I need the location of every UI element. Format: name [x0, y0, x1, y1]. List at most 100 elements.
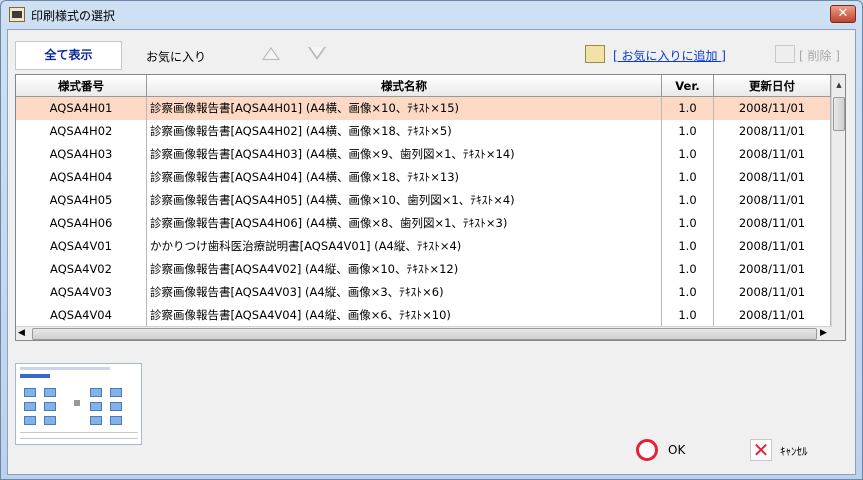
- table-row[interactable]: AQSA4V01 かかりつけ歯科医治療説明書[AQSA4V01] (A4縦、ﾃｷ…: [16, 235, 831, 258]
- cell-form-name: 診察画像報告書[AQSA4H05] (A4横、画像×10、歯列図×1、ﾃｷｽﾄ×…: [147, 189, 662, 212]
- form-list-grid[interactable]: 様式番号 様式名称 Ver. 更新日付 AQSA4H01 診察画像報告書[AQS…: [15, 74, 846, 341]
- move-down-icon[interactable]: [308, 47, 326, 60]
- app-icon: [9, 7, 25, 22]
- cell-form-name: かかりつけ歯科医治療説明書[AQSA4V01] (A4縦、ﾃｷｽﾄ×4): [147, 235, 662, 258]
- cell-form-number: AQSA4H03: [16, 143, 147, 166]
- add-favorite-icon[interactable]: [585, 45, 605, 63]
- move-up-icon[interactable]: [262, 47, 280, 60]
- column-header-version[interactable]: Ver.: [662, 75, 714, 97]
- cell-version: 1.0: [662, 235, 714, 258]
- cell-version: 1.0: [662, 258, 714, 281]
- preview-image-box: [90, 402, 102, 411]
- cell-updated-date: 2008/11/01: [714, 281, 831, 304]
- form-preview-thumbnail: [15, 363, 142, 445]
- ok-button[interactable]: OK: [636, 439, 716, 465]
- preview-heading: [20, 374, 50, 378]
- preview-image-box: [110, 416, 122, 425]
- cell-updated-date: 2008/11/01: [714, 166, 831, 189]
- cell-form-name: 診察画像報告書[AQSA4V03] (A4縦、画像×3、ﾃｷｽﾄ×6): [147, 281, 662, 304]
- add-favorite-link[interactable]: [ お気に入りに追加 ]: [613, 47, 726, 64]
- scroll-left-icon[interactable]: ◀: [18, 328, 25, 338]
- close-button[interactable]: ✕: [830, 5, 856, 23]
- preview-image-box: [110, 388, 122, 397]
- preview-text-line: [20, 438, 138, 439]
- table-row[interactable]: AQSA4H06 診察画像報告書[AQSA4H06] (A4横、画像×8、歯列図…: [16, 212, 831, 235]
- cell-version: 1.0: [662, 97, 714, 120]
- cell-version: 1.0: [662, 143, 714, 166]
- table-row[interactable]: AQSA4H04 診察画像報告書[AQSA4H04] (A4横、画像×18、ﾃｷ…: [16, 166, 831, 189]
- horizontal-scrollbar[interactable]: ◀ ▶: [16, 326, 831, 340]
- title-bar: 印刷様式の選択 ✕: [1, 1, 862, 29]
- preview-image-box: [44, 402, 56, 411]
- preview-image-box: [90, 388, 102, 397]
- dialog-client-area: 全て表示 お気に入り [ お気に入りに追加 ] [ 削除 ] 様式番号 様式名称…: [7, 29, 856, 475]
- cancel-label: ｷｬﾝｾﾙ: [780, 445, 808, 458]
- table-row[interactable]: AQSA4H02 診察画像報告書[AQSA4H02] (A4横、画像×18、ﾃｷ…: [16, 120, 831, 143]
- preview-image-box: [110, 402, 122, 411]
- grid-header: 様式番号 様式名称 Ver. 更新日付: [16, 75, 831, 97]
- column-header-updated-date[interactable]: 更新日付: [714, 75, 831, 97]
- preview-arrow: [74, 400, 80, 406]
- table-row[interactable]: AQSA4V04 診察画像報告書[AQSA4V04] (A4縦、画像×6、ﾃｷｽ…: [16, 304, 831, 327]
- cell-form-number: AQSA4V01: [16, 235, 147, 258]
- table-row[interactable]: AQSA4V02 診察画像報告書[AQSA4V02] (A4縦、画像×10、ﾃｷ…: [16, 258, 831, 281]
- cell-updated-date: 2008/11/01: [714, 235, 831, 258]
- cell-form-number: AQSA4H04: [16, 166, 147, 189]
- cell-updated-date: 2008/11/01: [714, 212, 831, 235]
- cell-form-name: 診察画像報告書[AQSA4V02] (A4縦、画像×10、ﾃｷｽﾄ×12): [147, 258, 662, 281]
- cell-form-number: AQSA4H02: [16, 120, 147, 143]
- column-header-form-number[interactable]: 様式番号: [16, 75, 147, 97]
- cell-version: 1.0: [662, 166, 714, 189]
- cell-updated-date: 2008/11/01: [714, 258, 831, 281]
- preview-image-box: [44, 388, 56, 397]
- cell-updated-date: 2008/11/01: [714, 189, 831, 212]
- cell-updated-date: 2008/11/01: [714, 304, 831, 327]
- cell-version: 1.0: [662, 281, 714, 304]
- table-row[interactable]: AQSA4H05 診察画像報告書[AQSA4H05] (A4横、画像×10、歯列…: [16, 189, 831, 212]
- cell-form-name: 診察画像報告書[AQSA4H06] (A4横、画像×8、歯列図×1、ﾃｷｽﾄ×3…: [147, 212, 662, 235]
- cell-form-number: AQSA4H01: [16, 97, 147, 120]
- circle-icon: [636, 439, 658, 461]
- column-header-form-name[interactable]: 様式名称: [147, 75, 662, 97]
- tab-favorites[interactable]: お気に入り: [146, 48, 206, 65]
- cell-form-name: 診察画像報告書[AQSA4H04] (A4横、画像×18、ﾃｷｽﾄ×13): [147, 166, 662, 189]
- preview-image-box: [24, 388, 36, 397]
- scroll-up-icon[interactable]: ▲: [833, 77, 845, 93]
- ok-label: OK: [668, 443, 686, 457]
- table-row[interactable]: AQSA4H03 診察画像報告書[AQSA4H03] (A4横、画像×9、歯列図…: [16, 143, 831, 166]
- cell-form-name: 診察画像報告書[AQSA4H03] (A4横、画像×9、歯列図×1、ﾃｷｽﾄ×1…: [147, 143, 662, 166]
- preview-text-line: [20, 432, 138, 433]
- preview-title-line: [20, 367, 110, 370]
- table-row[interactable]: AQSA4V03 診察画像報告書[AQSA4V03] (A4縦、画像×3、ﾃｷｽ…: [16, 281, 831, 304]
- cell-version: 1.0: [662, 189, 714, 212]
- preview-image-box: [90, 416, 102, 425]
- cell-version: 1.0: [662, 120, 714, 143]
- horizontal-scroll-thumb[interactable]: [32, 328, 817, 340]
- cell-version: 1.0: [662, 212, 714, 235]
- preview-image-box: [44, 416, 56, 425]
- cell-version: 1.0: [662, 304, 714, 327]
- cell-form-number: AQSA4V04: [16, 304, 147, 327]
- scrollbar-corner: [831, 327, 845, 340]
- delete-icon: [775, 45, 795, 63]
- vertical-scroll-thumb[interactable]: [833, 97, 845, 131]
- cell-form-number: AQSA4H05: [16, 189, 147, 212]
- cell-form-number: AQSA4V02: [16, 258, 147, 281]
- tab-show-all[interactable]: 全て表示: [15, 41, 122, 70]
- cell-form-number: AQSA4V03: [16, 281, 147, 304]
- cell-form-number: AQSA4H06: [16, 212, 147, 235]
- preview-image-box: [24, 416, 36, 425]
- window-title: 印刷様式の選択: [31, 9, 116, 23]
- preview-image-box: [24, 402, 36, 411]
- table-row[interactable]: AQSA4H01 診察画像報告書[AQSA4H01] (A4横、画像×10、ﾃｷ…: [16, 97, 831, 120]
- cell-updated-date: 2008/11/01: [714, 143, 831, 166]
- cell-form-name: 診察画像報告書[AQSA4H01] (A4横、画像×10、ﾃｷｽﾄ×15): [147, 97, 662, 120]
- cell-updated-date: 2008/11/01: [714, 97, 831, 120]
- vertical-scrollbar[interactable]: ▲: [831, 75, 845, 327]
- cell-updated-date: 2008/11/01: [714, 120, 831, 143]
- scroll-right-icon[interactable]: ▶: [820, 328, 827, 338]
- cancel-button[interactable]: ✕ ｷｬﾝｾﾙ: [750, 439, 840, 465]
- cross-icon: ✕: [750, 439, 772, 461]
- cell-form-name: 診察画像報告書[AQSA4V04] (A4縦、画像×6、ﾃｷｽﾄ×10): [147, 304, 662, 327]
- delete-button: [ 削除 ]: [799, 49, 840, 63]
